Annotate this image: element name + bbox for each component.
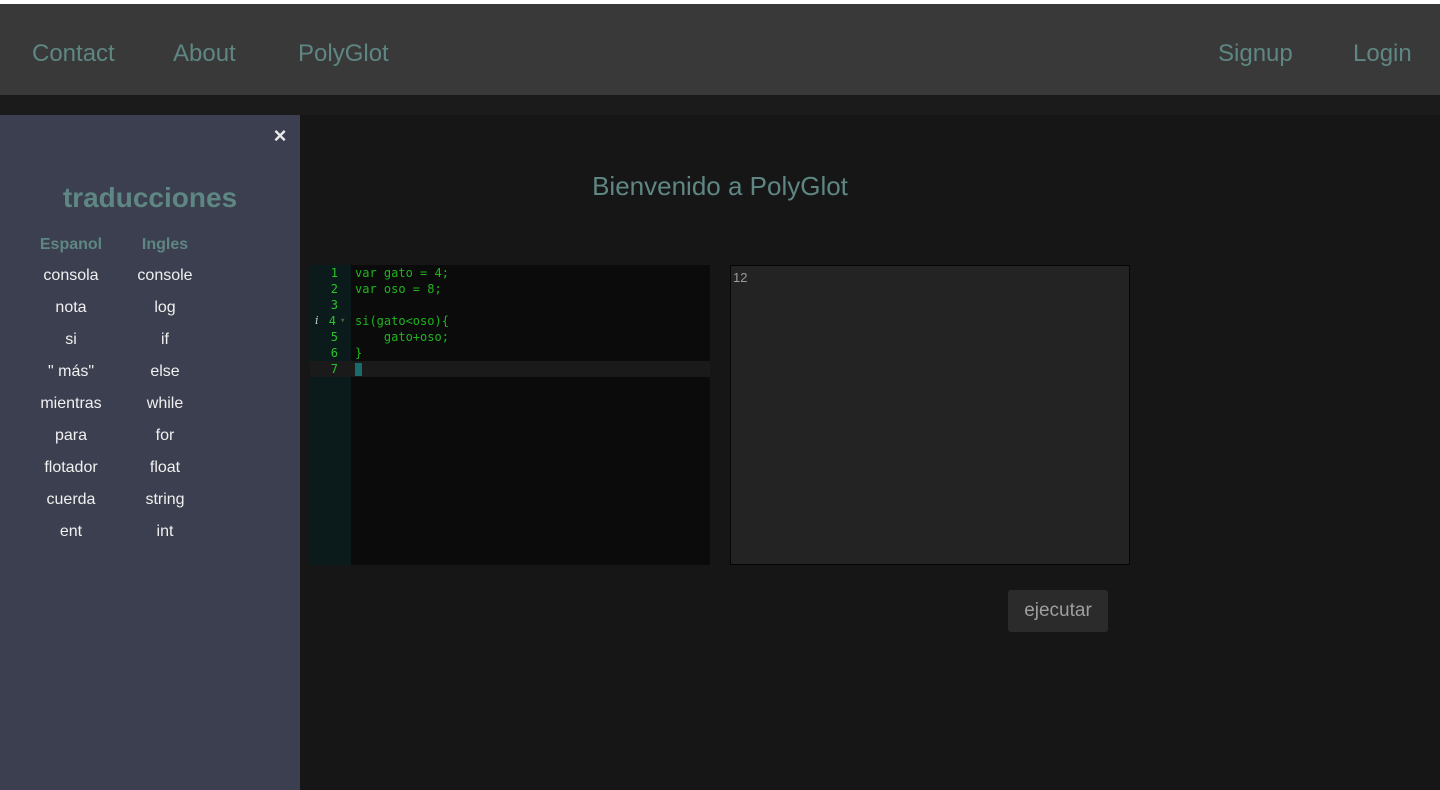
english-word: else (150, 363, 180, 380)
welcome-heading: Bienvenido a PolyGlot (592, 171, 848, 201)
text-cursor (355, 363, 362, 376)
english-word: float (149, 459, 181, 476)
english-word: int (156, 523, 174, 540)
line-number: 4 (328, 314, 336, 328)
line-number: 1 (330, 266, 338, 280)
english-word: console (137, 267, 193, 284)
code-text: var oso = 8; (355, 282, 442, 296)
sidebar-title: traducciones (62, 182, 238, 213)
english-word: if (161, 331, 169, 348)
spanish-word: nota (55, 299, 87, 316)
code-line: 5 gato+oso; (310, 329, 710, 345)
english-word: string (145, 491, 185, 508)
top-navbar: Contact About PolyGlot Signup Login (0, 4, 1440, 95)
spanish-word: si (65, 331, 77, 348)
nav-link-polyglot[interactable]: PolyGlot (298, 37, 389, 71)
spanish-word: flotador (44, 459, 98, 476)
code-line: i 4 ▾ si(gato<oso){ (310, 313, 710, 329)
spanish-word: consola (43, 267, 99, 284)
line-number: 5 (330, 330, 338, 344)
code-line: 6 } (310, 345, 710, 361)
code-text: gato+oso; (355, 330, 449, 344)
close-icon[interactable]: × (268, 122, 292, 150)
english-word: for (155, 427, 175, 444)
code-line: 1 var gato = 4; (310, 265, 710, 281)
header-divider-strip (0, 95, 1440, 115)
nav-link-about[interactable]: About (173, 37, 236, 71)
output-panel: 12 (730, 265, 1130, 565)
line-number: 6 (330, 346, 338, 360)
nav-link-contact[interactable]: Contact (32, 37, 115, 71)
english-word-list: console log if else while for float stri… (115, 266, 215, 554)
line-number: 3 (330, 298, 338, 312)
code-text: si(gato<oso){ (355, 314, 449, 328)
code-editor[interactable]: 1 var gato = 4; 2 var oso = 8; 3 i 4 ▾ s… (310, 265, 710, 565)
fold-arrow-icon[interactable]: ▾ (340, 313, 345, 329)
spanish-word: ent (59, 523, 83, 540)
spanish-word: mientras (40, 395, 102, 412)
spanish-word: para (54, 427, 88, 444)
active-code-line: 7 (310, 361, 710, 377)
nav-link-login[interactable]: Login (1353, 37, 1412, 71)
code-text: var gato = 4; (355, 266, 449, 280)
run-button[interactable]: ejecutar (1008, 590, 1108, 632)
spanish-word: " más" (47, 363, 95, 380)
output-text: 12 (733, 270, 748, 285)
nav-link-signup[interactable]: Signup (1218, 37, 1293, 71)
code-line: 2 var oso = 8; (310, 281, 710, 297)
spanish-word-list: consola nota si " más" mientras para flo… (21, 266, 121, 554)
spanish-word: cuerda (46, 491, 96, 508)
english-word: log (154, 299, 176, 316)
column-header-spanish: Espanol (39, 236, 103, 253)
column-header-english: Ingles (141, 236, 189, 253)
line-number: 2 (330, 282, 338, 296)
english-word: while (146, 395, 184, 412)
code-text: } (355, 346, 363, 360)
line-number: 7 (330, 362, 338, 376)
code-line: 3 (310, 297, 710, 313)
